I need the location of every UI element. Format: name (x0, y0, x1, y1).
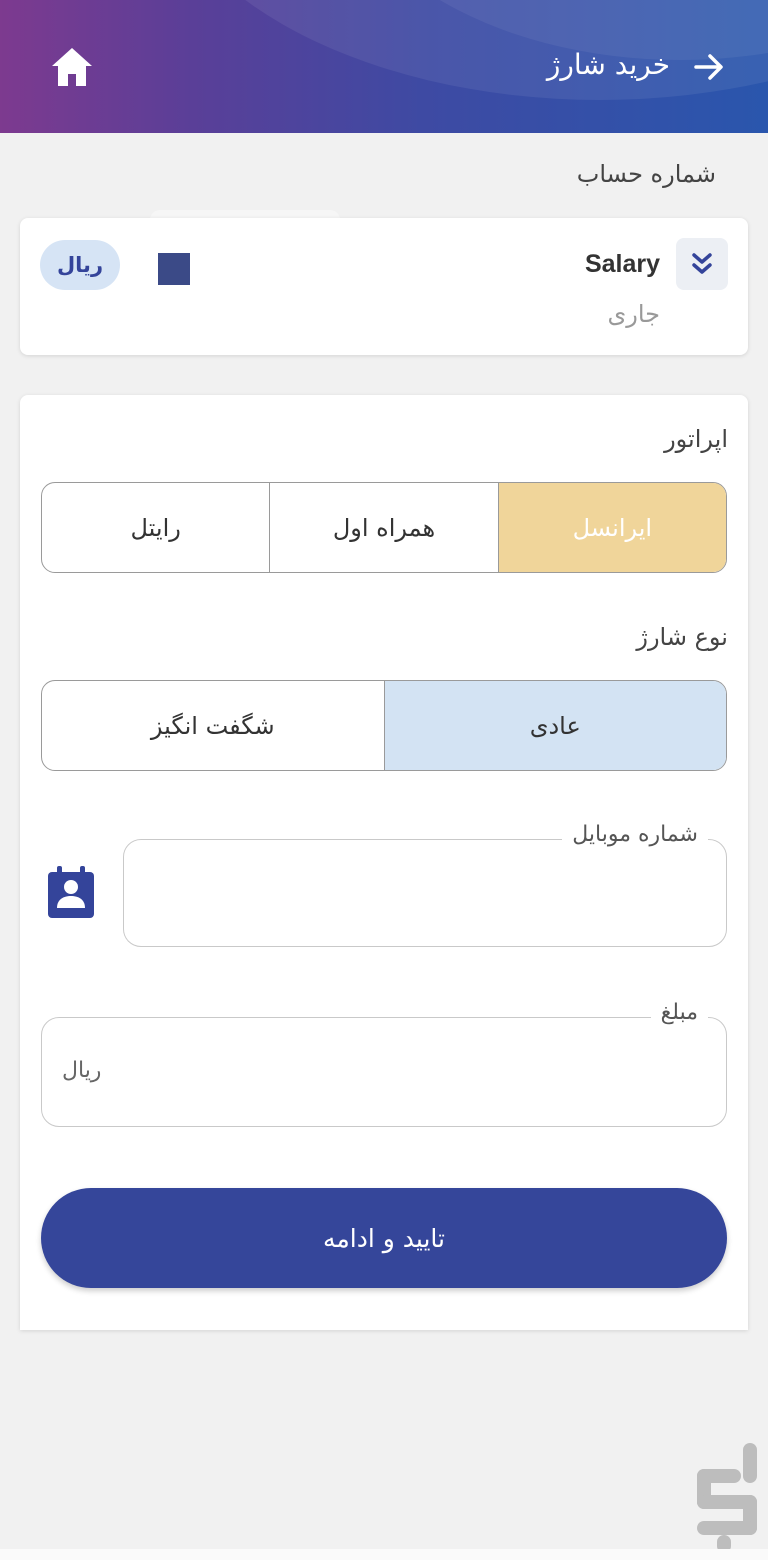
double-chevron-down-icon (692, 253, 712, 274)
bottom-strip (0, 1549, 768, 1560)
contact-book-icon[interactable] (47, 865, 95, 919)
account-section-label: شماره حساب (576, 160, 716, 188)
home-icon[interactable] (50, 46, 94, 88)
charge-type-label: نوع شارژ (636, 623, 728, 651)
account-color-square (158, 253, 190, 285)
amount-field[interactable]: مبلغ ریال (41, 1000, 727, 1127)
charge-form-card: اپراتور ایرانسل همراه اول رایتل نوع شارژ… (20, 395, 748, 1330)
currency-badge: ریال (40, 240, 120, 290)
expand-account-button[interactable] (676, 238, 728, 290)
operator-selector: ایرانسل همراه اول رایتل (41, 482, 727, 573)
operator-option-rightel[interactable]: رایتل (42, 483, 271, 572)
mobile-number-label: شماره موبایل (562, 822, 708, 847)
charge-type-selector: عادی شگفت انگیز (41, 680, 727, 771)
mobile-number-field[interactable]: شماره موبایل (123, 822, 727, 947)
app-header: خرید شارژ (0, 0, 768, 133)
confirm-continue-button[interactable]: تایید و ادامه (41, 1188, 727, 1288)
account-name: Salary (584, 250, 660, 278)
amount-unit: ریال (62, 1058, 102, 1083)
account-type: جاری (607, 300, 660, 328)
charge-type-option-normal[interactable]: عادی (384, 681, 726, 770)
operator-label: اپراتور (664, 425, 728, 453)
operator-option-hamrah-aval[interactable]: همراه اول (270, 483, 499, 572)
arrow-right-icon[interactable] (692, 50, 726, 84)
amount-label: مبلغ (650, 1000, 708, 1025)
bazaar-logo (697, 1443, 757, 1553)
account-selector-card[interactable]: Salary جاری ریال (20, 218, 748, 355)
operator-option-irancell[interactable]: ایرانسل (498, 483, 726, 572)
page-title: خرید شارژ (546, 48, 670, 81)
charge-type-option-amazing[interactable]: شگفت انگیز (42, 681, 385, 770)
